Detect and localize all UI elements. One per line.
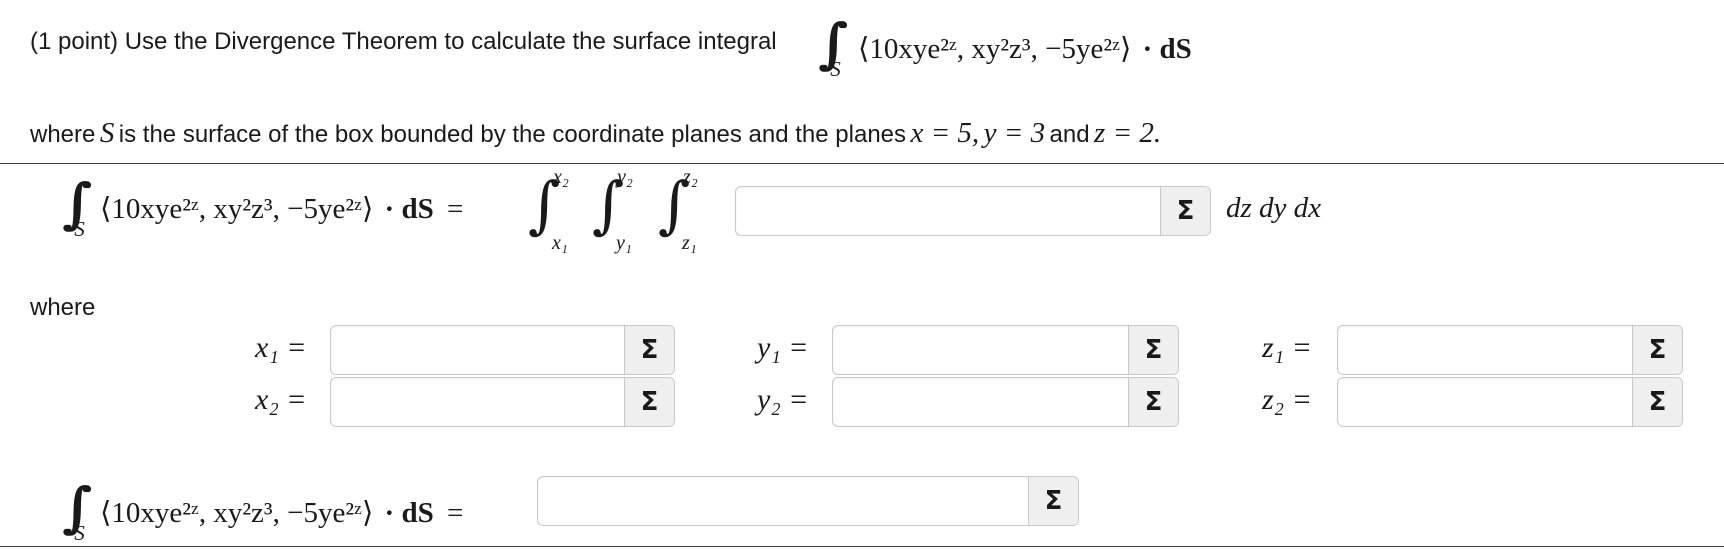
y2-input[interactable] — [833, 378, 1129, 426]
top-divider — [0, 163, 1724, 164]
x2-answer-box: Σ — [330, 377, 675, 427]
vector-field: ⟨10xye²ᶻ, xy²z³, −5ye²ᶻ⟩ — [100, 497, 374, 529]
x1-input[interactable] — [331, 326, 625, 374]
plane-z: z = 2. — [1094, 117, 1162, 149]
intro-text: Use the Divergence Theorem to calculate … — [124, 28, 777, 55]
equation-editor-button[interactable]: Σ — [624, 378, 674, 426]
z2-answer-box: Σ — [1337, 377, 1683, 427]
equation-editor-button[interactable]: Σ — [1160, 187, 1210, 235]
y2-answer-box: Σ — [832, 377, 1179, 427]
integral-final-lhs: ∫∫ S ⟨10xye²ᶻ, xy²z³, −5ye²ᶻ⟩ · dS = — [62, 476, 463, 545]
plane-x: x = 5, — [910, 117, 980, 149]
equals-sign: = — [446, 497, 464, 529]
y1-input[interactable] — [833, 326, 1129, 374]
equation-editor-button[interactable]: Σ — [1028, 477, 1078, 525]
plane-y: y = 3 — [983, 117, 1046, 149]
y1-answer-box: Σ — [832, 325, 1179, 375]
vector-field: ⟨10xye²ᶻ, xy²z³, −5ye²ᶻ⟩ — [858, 33, 1132, 65]
upper-limit-x: x₂ — [553, 166, 569, 188]
z2-input[interactable] — [1338, 378, 1633, 426]
vector-field: ⟨10xye²ᶻ, xy²z³, −5ye²ᶻ⟩ — [100, 193, 374, 225]
equation-editor-button[interactable]: Σ — [1632, 326, 1682, 374]
dot-dS: · dS — [384, 497, 434, 529]
integral-lhs: ∫∫ S ⟨10xye²ᶻ, xy²z³, −5ye²ᶻ⟩ · dS = — [62, 172, 463, 241]
x2-label: x₂ = — [255, 383, 307, 416]
x1-label: x₁ = — [255, 331, 307, 364]
surface-subscript: S — [74, 217, 85, 241]
integrand-input[interactable] — [736, 187, 1161, 235]
upper-limit-z: z₂ — [683, 166, 698, 188]
equation-editor-button[interactable]: Σ — [1632, 378, 1682, 426]
problem-statement: (1 point) Use the Divergence Theorem to … — [30, 28, 777, 56]
y2-label: y₂ = — [757, 383, 809, 416]
z1-answer-box: Σ — [1337, 325, 1683, 375]
x2-input[interactable] — [331, 378, 625, 426]
where-text: where — [30, 121, 96, 148]
z1-input[interactable] — [1338, 326, 1633, 374]
x1-answer-box: Σ — [330, 325, 675, 375]
double-integral-symbol: ∫∫ — [62, 172, 94, 235]
z1-label: z₁ = — [1262, 331, 1312, 364]
equation-editor-button[interactable]: Σ — [1128, 378, 1178, 426]
bottom-divider — [0, 546, 1724, 547]
points-label: (1 point) — [30, 28, 119, 55]
lower-limit-y: y₁ — [616, 232, 632, 254]
surface-subscript: S — [830, 57, 841, 81]
surface-subscript: S — [74, 521, 85, 545]
final-answer-input[interactable] — [538, 477, 1029, 525]
equals-sign: = — [446, 193, 464, 225]
and-text: and — [1049, 121, 1090, 148]
final-answer-box: Σ — [537, 476, 1079, 526]
surface-integral-expression: ∫∫ S ⟨10xye²ᶻ, xy²z³, −5ye²ᶻ⟩ · dS — [818, 12, 1192, 81]
header-fragment — [30, 0, 170, 2]
lower-limit-z: z₁ — [682, 232, 697, 254]
surface-description: where S is the surface of the box bounde… — [30, 117, 1161, 150]
double-integral-symbol: ∫∫ — [62, 476, 94, 539]
z2-label: z₂ = — [1262, 383, 1312, 416]
differential: dz dy dx — [1226, 192, 1322, 224]
where-label: where — [30, 294, 96, 321]
y1-label: y₁ = — [757, 331, 809, 364]
equation-editor-button[interactable]: Σ — [624, 326, 674, 374]
dot-dS: · dS — [384, 193, 434, 225]
double-integral-symbol: ∫∫ — [818, 12, 850, 75]
upper-limit-y: y₂ — [617, 166, 633, 188]
lower-limit-x: x₁ — [552, 232, 568, 254]
dot-dS: · dS — [1142, 33, 1192, 65]
equation-editor-button[interactable]: Σ — [1128, 326, 1178, 374]
surface-symbol: S — [99, 117, 115, 149]
surface-description-text: is the surface of the box bounded by the… — [118, 121, 907, 148]
integrand-answer-box: Σ — [735, 186, 1211, 236]
